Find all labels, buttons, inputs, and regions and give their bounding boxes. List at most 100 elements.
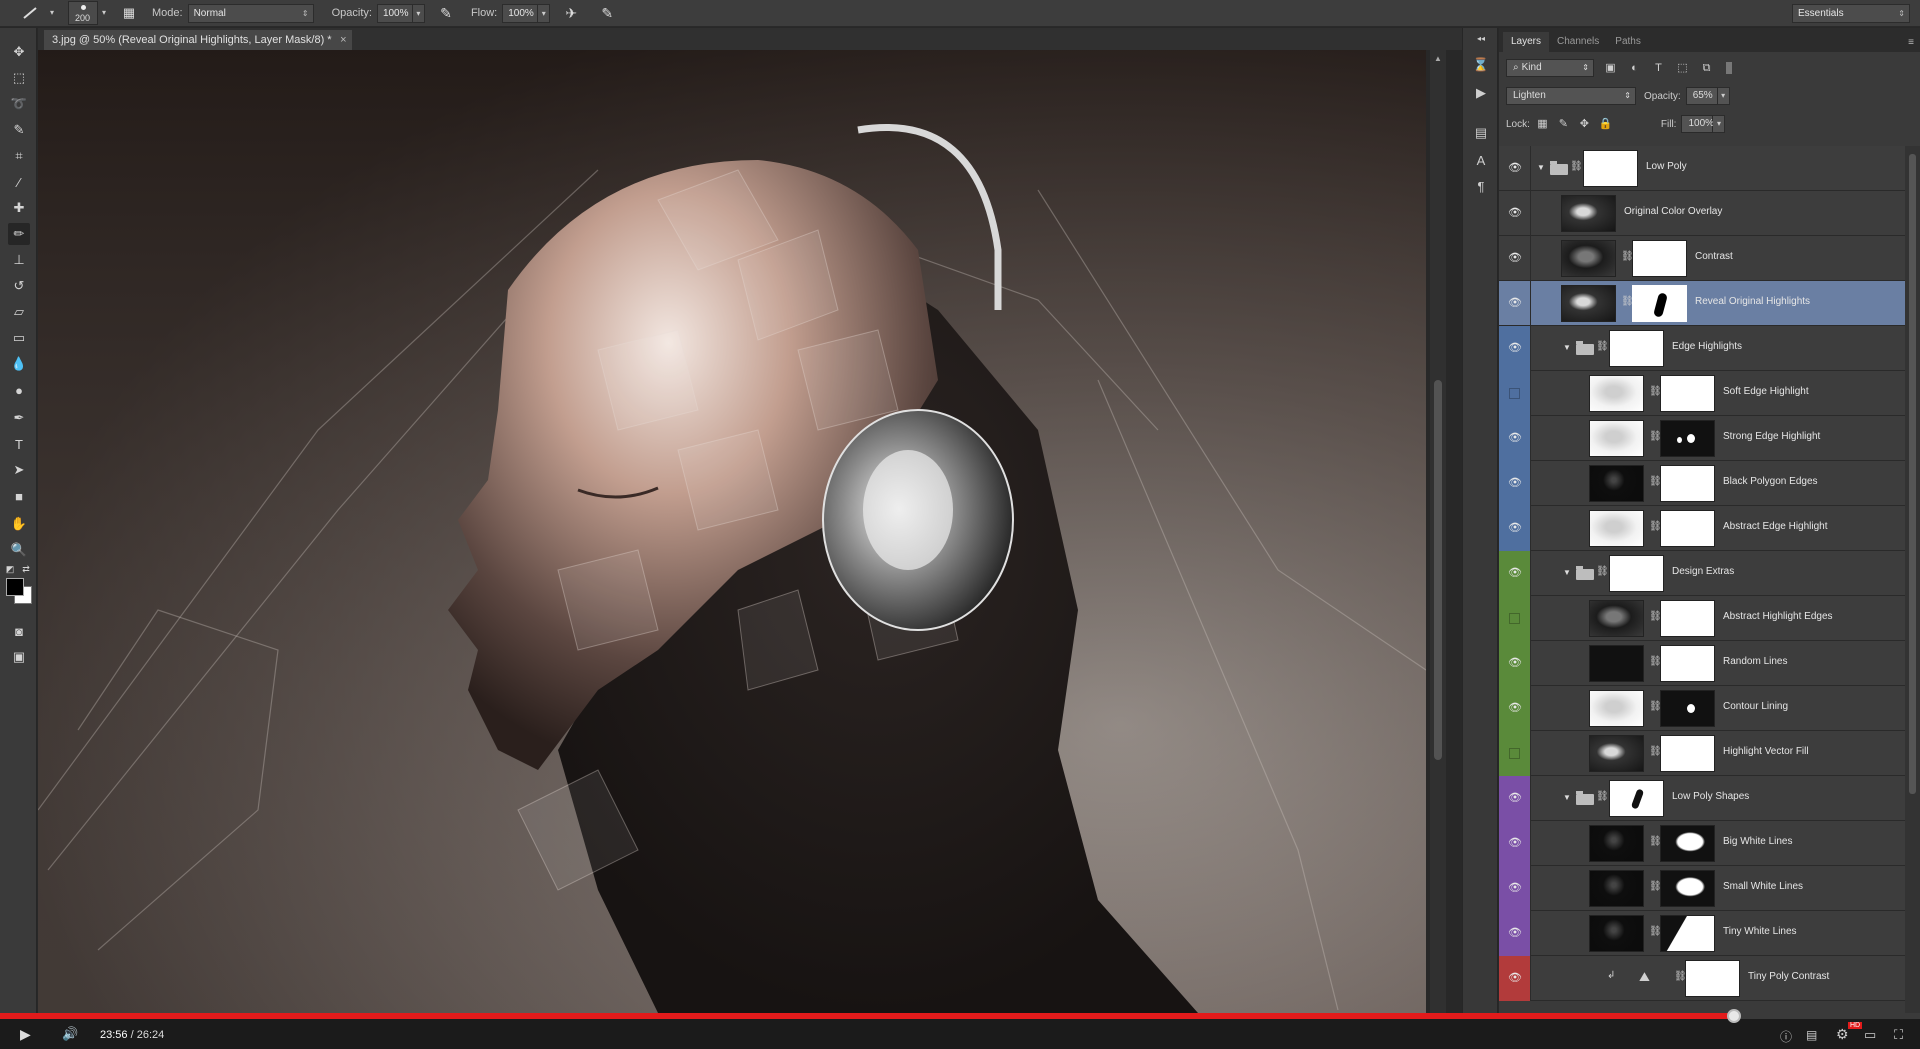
fill-dropdown[interactable]: ▾ [1713, 115, 1726, 133]
layer-opacity-input[interactable]: 65% [1685, 87, 1718, 105]
swap-colors-icon[interactable]: ⇄ [20, 563, 32, 575]
eyedropper-tool-icon[interactable]: ⁄ [8, 171, 30, 193]
layer-row[interactable]: 👁 ⛓ Strong Edge Highlight [1499, 416, 1905, 461]
flow-dropdown[interactable]: ▾ [538, 3, 551, 23]
visibility-eye-icon[interactable] [1509, 748, 1520, 759]
quick-mask-icon[interactable]: ◙ [8, 620, 30, 642]
layer-row[interactable]: 👁 ⛓ Abstract Edge Highlight [1499, 506, 1905, 551]
move-tool-icon[interactable]: ✥ [8, 41, 30, 63]
history-panel-icon[interactable]: ⌛ [1472, 56, 1490, 74]
levels-adjustment-icon[interactable]: ⛰ [1639, 969, 1650, 985]
brush-tool-icon[interactable]: ✏ [8, 223, 30, 245]
layer-name[interactable]: Big White Lines [1723, 836, 1792, 847]
layer-name[interactable]: Black Polygon Edges [1723, 476, 1818, 487]
layer-row[interactable]: ⛓ Abstract Highlight Edges [1499, 596, 1905, 641]
visibility-eye-icon[interactable]: 👁 [1507, 655, 1523, 671]
mode-select[interactable]: Normal ⇕ [187, 3, 314, 23]
blend-mode-select[interactable]: Lighten ⇕ [1506, 87, 1636, 105]
path-selection-tool-icon[interactable]: ➤ [8, 459, 30, 481]
layer-thumbnail[interactable] [1609, 330, 1664, 367]
visibility-eye-icon[interactable]: 👁 [1507, 520, 1523, 536]
layer-mask-thumbnail[interactable] [1660, 510, 1715, 547]
document-tab[interactable]: 3.jpg @ 50% (Reveal Original Highlights,… [44, 30, 352, 50]
blur-tool-icon[interactable]: 💧 [8, 353, 30, 375]
layer-group-row[interactable]: 👁 ▼ ⛓ Design Extras [1499, 551, 1905, 596]
visibility-eye-icon[interactable]: 👁 [1507, 880, 1523, 896]
visibility-eye-icon[interactable] [1509, 613, 1520, 624]
tab-layers[interactable]: Layers [1503, 32, 1550, 52]
fullscreen-icon[interactable]: ⛶ [1894, 1027, 1903, 1043]
layer-name[interactable]: Original Color Overlay [1624, 206, 1722, 217]
filter-pixel-icon[interactable]: ▣ [1603, 61, 1618, 76]
layer-thumbnail[interactable] [1583, 150, 1638, 187]
layer-thumbnail[interactable] [1589, 915, 1644, 952]
brush-size-picker[interactable]: 200 [68, 1, 98, 25]
pressure-opacity-icon[interactable]: ✎ [435, 5, 457, 22]
layer-mask-thumbnail[interactable] [1660, 600, 1715, 637]
layer-group-row[interactable]: 👁 ▼ ⛓ Low Poly Shapes [1499, 776, 1905, 821]
layer-mask-thumbnail[interactable] [1660, 735, 1715, 772]
pen-tool-icon[interactable]: ✒ [8, 407, 30, 429]
group-expand-triangle-icon[interactable]: ▼ [1563, 568, 1571, 577]
layer-opacity-dropdown[interactable]: ▾ [1717, 87, 1730, 105]
layer-thumbnail[interactable] [1561, 195, 1616, 232]
layer-row[interactable]: 👁 Original Color Overlay [1499, 191, 1905, 236]
visibility-eye-icon[interactable] [1509, 388, 1520, 399]
group-expand-triangle-icon[interactable]: ▼ [1563, 793, 1571, 802]
lock-position-icon[interactable]: ✥ [1577, 117, 1592, 132]
layer-row[interactable]: 👁 ⛓ Random Lines [1499, 641, 1905, 686]
mask-link-icon[interactable]: ⛓ [1596, 566, 1609, 577]
actions-panel-icon[interactable]: ▶ [1472, 84, 1490, 102]
history-brush-tool-icon[interactable]: ↺ [8, 275, 30, 297]
lasso-tool-icon[interactable]: ➰ [8, 93, 30, 115]
brush-tool-icon[interactable] [16, 2, 46, 24]
canvas-scroll-thumb[interactable] [1434, 380, 1442, 760]
visibility-eye-icon[interactable]: 👁 [1507, 700, 1523, 716]
layer-name[interactable]: Edge Highlights [1672, 341, 1742, 352]
pressure-size-icon[interactable]: ✎ [596, 5, 618, 22]
visibility-eye-icon[interactable]: 👁 [1507, 205, 1523, 221]
layer-mask-thumbnail[interactable] [1660, 420, 1715, 457]
tab-paths[interactable]: Paths [1607, 32, 1649, 52]
visibility-eye-icon[interactable]: 👁 [1507, 790, 1523, 806]
layer-row[interactable]: 👁 ⛓ Small White Lines [1499, 866, 1905, 911]
group-expand-triangle-icon[interactable]: ▼ [1537, 163, 1545, 172]
crop-tool-icon[interactable]: ⌗ [8, 145, 30, 167]
layer-row[interactable]: ⛓ Soft Edge Highlight [1499, 371, 1905, 416]
eraser-tool-icon[interactable]: ▱ [8, 301, 30, 323]
mask-link-icon[interactable]: ⛓ [1596, 341, 1609, 352]
visibility-eye-icon[interactable]: 👁 [1507, 430, 1523, 446]
visibility-eye-icon[interactable]: 👁 [1507, 475, 1523, 491]
zoom-tool-icon[interactable]: 🔍 [8, 539, 30, 561]
tab-channels[interactable]: Channels [1549, 32, 1607, 52]
tool-preset-dropdown[interactable]: ▾ [46, 4, 58, 23]
layer-group-row[interactable]: 👁 ▼ ⛓ Low Poly [1499, 146, 1905, 191]
layers-scrollbar[interactable] [1905, 146, 1920, 1013]
layer-mask-thumbnail[interactable] [1632, 240, 1687, 277]
quick-selection-tool-icon[interactable]: ✎ [8, 119, 30, 141]
dodge-tool-icon[interactable]: ● [8, 379, 30, 401]
foreground-color-swatch[interactable] [6, 578, 24, 596]
layer-name[interactable]: Abstract Highlight Edges [1723, 611, 1833, 622]
layer-name[interactable]: Low Poly [1646, 161, 1687, 172]
layer-mask-thumbnail[interactable] [1660, 690, 1715, 727]
video-progress-track[interactable] [0, 1009, 1920, 1023]
layer-thumbnail[interactable] [1589, 375, 1644, 412]
properties-panel-icon[interactable]: ▤ [1472, 124, 1490, 142]
layer-row[interactable]: 👁 ⛓ Black Polygon Edges [1499, 461, 1905, 506]
video-progress-handle[interactable] [1726, 1009, 1741, 1023]
visibility-eye-icon[interactable]: 👁 [1507, 970, 1523, 986]
mask-link-icon[interactable]: ⛓ [1596, 791, 1609, 802]
visibility-eye-icon[interactable]: 👁 [1507, 250, 1523, 266]
settings-icon[interactable]: ⚙ [1836, 1026, 1849, 1043]
theater-mode-icon[interactable]: ▭ [1864, 1027, 1876, 1043]
layer-name[interactable]: Tiny White Lines [1723, 926, 1797, 937]
layer-mask-thumbnail[interactable] [1660, 915, 1715, 952]
layer-name[interactable]: Design Extras [1672, 566, 1734, 577]
filter-kind-select[interactable]: ⌕ Kind ⇕ [1506, 59, 1594, 77]
visibility-eye-icon[interactable]: 👁 [1507, 340, 1523, 356]
default-colors-icon[interactable]: ◩ [4, 563, 16, 575]
panel-menu-icon[interactable]: ≡ [1908, 37, 1920, 52]
brush-size-dropdown[interactable]: ▾ [98, 4, 110, 23]
play-icon[interactable]: ▶ [20, 1026, 31, 1043]
